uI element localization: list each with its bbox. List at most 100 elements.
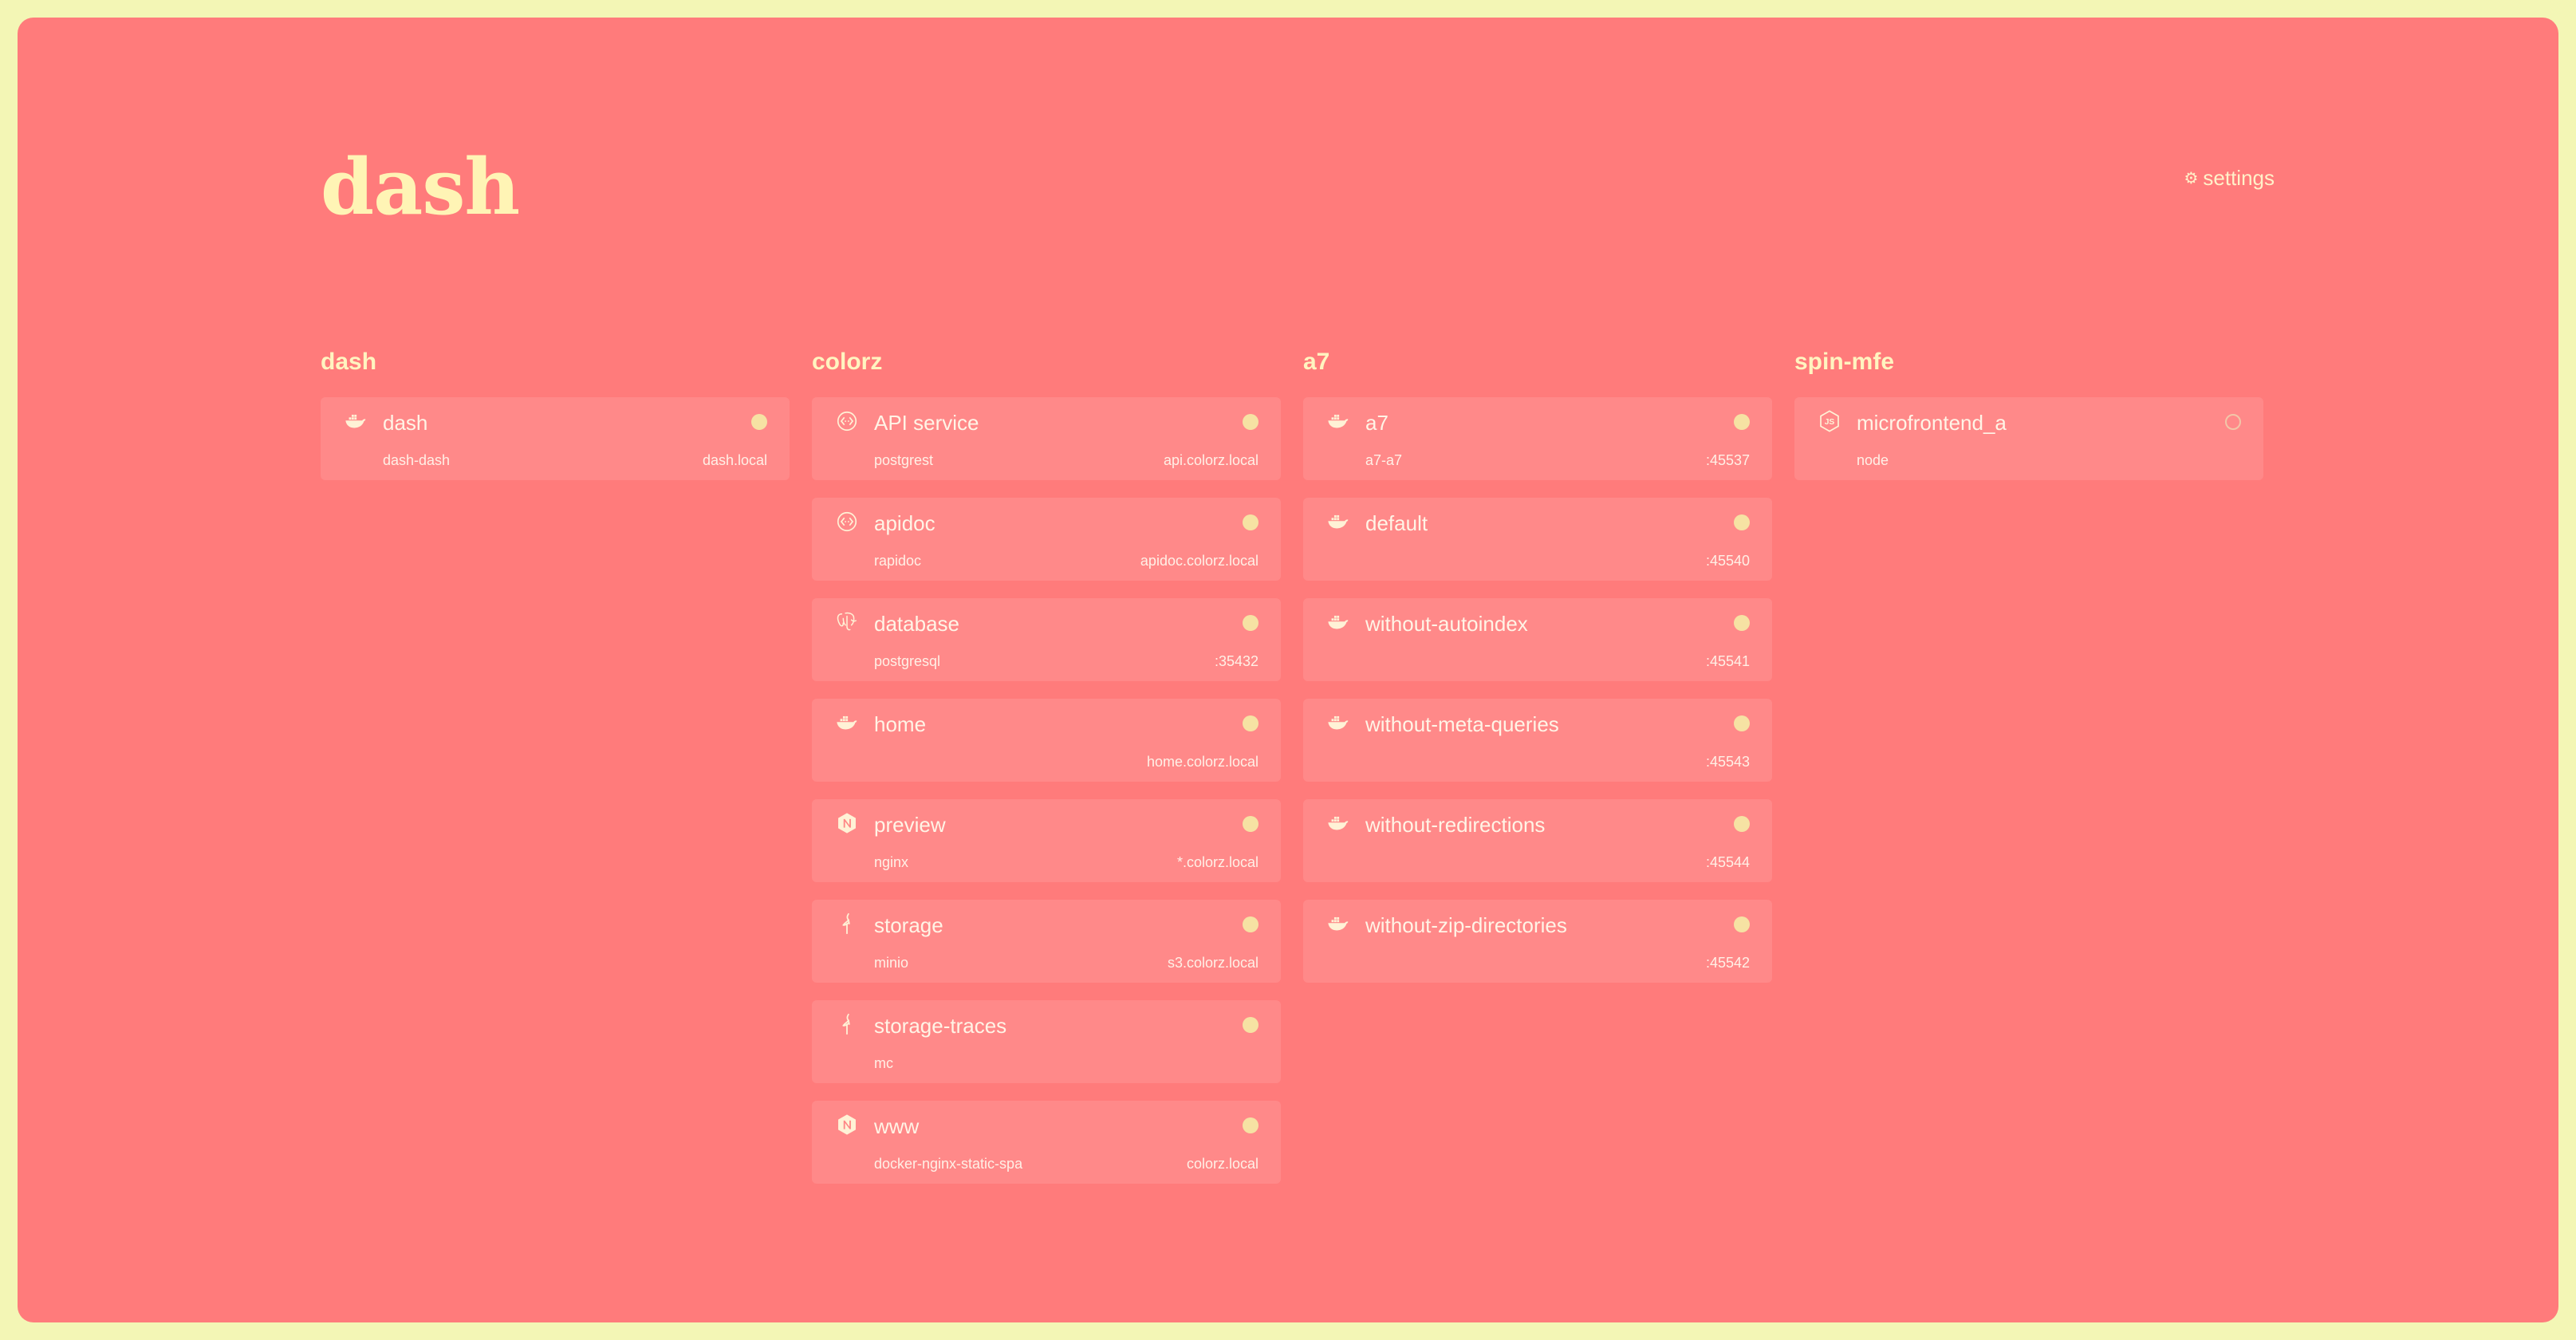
service-address[interactable]: api.colorz.local xyxy=(1164,451,1258,469)
status-indicator xyxy=(1243,816,1258,832)
status-indicator xyxy=(1243,514,1258,530)
column-title: spin-mfe xyxy=(1794,349,1895,375)
service-card[interactable]: preview nginx *.colorz.local xyxy=(812,799,1281,882)
service-address[interactable]: :35432 xyxy=(1215,652,1258,670)
service-card[interactable]: API service postgrest api.colorz.local xyxy=(812,397,1281,480)
service-card[interactable]: home home.colorz.local xyxy=(812,699,1281,782)
service-card[interactable]: a7 a7-a7:45537 xyxy=(1303,397,1772,480)
service-card[interactable]: www docker-nginx-static-spa colorz.local xyxy=(812,1101,1281,1184)
service-image: minio xyxy=(874,955,909,971)
status-indicator xyxy=(1243,615,1258,631)
service-image: dash-dash xyxy=(383,452,451,468)
service-card[interactable]: storage-traces mc xyxy=(812,1000,1281,1083)
service-name: without-autoindex xyxy=(1365,612,1528,636)
service-card[interactable]: dash dash-dash dash.local xyxy=(321,397,790,480)
service-address[interactable]: :45541 xyxy=(1706,652,1750,670)
status-indicator xyxy=(1734,715,1750,731)
status-indicator xyxy=(1734,916,1750,932)
project-column-a7: a7 a7 a7-a7:45537 default:45540 without-auto… xyxy=(1303,346,1772,1000)
docker-whale-icon xyxy=(1325,710,1351,735)
settings-label: settings xyxy=(2203,166,2275,190)
nodejs-hexagon-icon: JS xyxy=(1817,408,1842,434)
service-name: preview xyxy=(874,813,946,837)
project-column-spin-mfe: spin-mfe JS microfrontend_a node xyxy=(1794,346,2263,498)
service-card[interactable]: default :45540 xyxy=(1303,498,1772,581)
service-card[interactable]: apidoc rapidoc apidoc.colorz.local xyxy=(812,498,1281,581)
nginx-icon xyxy=(834,1112,860,1137)
docker-whale-icon xyxy=(1325,609,1351,635)
minio-flamingo-icon xyxy=(834,911,860,936)
docker-whale-icon xyxy=(1325,408,1351,434)
service-name: without-redirections xyxy=(1365,813,1546,837)
service-name: without-meta-queries xyxy=(1365,712,1559,736)
service-card[interactable]: database postgresql :35432 xyxy=(812,598,1281,681)
service-card[interactable]: without-autoindex :45541 xyxy=(1303,598,1772,681)
column-title: a7 xyxy=(1303,349,1330,375)
nginx-icon xyxy=(834,810,860,836)
service-image: postgrest xyxy=(874,452,934,468)
service-name: storage-traces xyxy=(874,1014,1007,1038)
dashboard-panel: dash ⚙ settings dash dash dash-dash dash.lo… xyxy=(18,18,2558,1322)
service-address[interactable]: home.colorz.local xyxy=(1147,753,1258,770)
service-name: without-zip-directories xyxy=(1365,913,1567,937)
service-image: a7-a7 xyxy=(1365,452,1403,468)
service-address[interactable]: :45544 xyxy=(1706,853,1750,871)
page-title: dash xyxy=(321,142,520,232)
service-name: dash xyxy=(383,411,428,435)
status-indicator xyxy=(1734,615,1750,631)
service-name: home xyxy=(874,712,927,736)
service-image: nginx xyxy=(874,854,909,870)
service-address[interactable]: *.colorz.local xyxy=(1177,853,1258,871)
service-address[interactable]: :45543 xyxy=(1706,753,1750,770)
service-address[interactable]: s3.colorz.local xyxy=(1168,954,1258,972)
dashboard-content: dash ⚙ settings dash dash dash-dash dash.lo… xyxy=(321,18,2275,1322)
service-name: storage xyxy=(874,913,943,937)
status-indicator xyxy=(1243,414,1258,430)
service-card[interactable]: JS microfrontend_a node xyxy=(1794,397,2263,480)
column-title: dash xyxy=(321,349,377,375)
service-name: apidoc xyxy=(874,511,935,535)
project-columns: dash dash dash-dash dash.local colorz API ser… xyxy=(321,346,2275,1224)
service-image: postgresql xyxy=(874,653,941,669)
service-address[interactable]: :45540 xyxy=(1706,552,1750,570)
status-indicator xyxy=(1734,514,1750,530)
api-icon xyxy=(834,408,860,434)
gear-icon: ⚙ xyxy=(2184,170,2199,187)
svg-text:JS: JS xyxy=(1825,418,1835,427)
status-indicator xyxy=(2225,414,2241,430)
docker-whale-icon xyxy=(1325,911,1351,936)
docker-whale-icon xyxy=(1325,810,1351,836)
service-card[interactable]: storage minio s3.colorz.local xyxy=(812,900,1281,983)
service-image: mc xyxy=(874,1055,893,1071)
service-image: docker-nginx-static-spa xyxy=(874,1156,1023,1172)
service-image: rapidoc xyxy=(874,553,922,569)
service-name: default xyxy=(1365,511,1428,535)
status-indicator xyxy=(1243,916,1258,932)
project-column-dash: dash dash dash-dash dash.local xyxy=(321,346,790,498)
service-name: www xyxy=(874,1114,920,1138)
service-card[interactable]: without-meta-queries :45543 xyxy=(1303,699,1772,782)
service-card[interactable]: without-redirections :45544 xyxy=(1303,799,1772,882)
api-icon xyxy=(834,509,860,534)
status-indicator xyxy=(1734,816,1750,832)
minio-flamingo-icon xyxy=(834,1011,860,1037)
project-column-colorz: colorz API service postgrest api.colorz.loc… xyxy=(812,346,1281,1201)
docker-whale-icon xyxy=(1325,509,1351,534)
service-card[interactable]: without-zip-directories :45542 xyxy=(1303,900,1772,983)
service-address[interactable]: :45537 xyxy=(1706,451,1750,469)
settings-link[interactable]: ⚙ settings xyxy=(2184,166,2275,191)
service-address[interactable]: dash.local xyxy=(703,451,767,469)
status-indicator xyxy=(1243,1017,1258,1033)
status-indicator xyxy=(1243,715,1258,731)
service-name: API service xyxy=(874,411,979,435)
docker-whale-icon xyxy=(343,408,368,434)
status-indicator xyxy=(1734,414,1750,430)
service-address[interactable]: :45542 xyxy=(1706,954,1750,972)
status-indicator xyxy=(1243,1117,1258,1133)
service-name: database xyxy=(874,612,959,636)
service-address[interactable]: colorz.local xyxy=(1187,1155,1258,1172)
docker-whale-icon xyxy=(834,710,860,735)
column-title: colorz xyxy=(812,349,883,375)
service-address[interactable]: apidoc.colorz.local xyxy=(1140,552,1258,570)
postgresql-elephant-icon xyxy=(834,609,860,635)
